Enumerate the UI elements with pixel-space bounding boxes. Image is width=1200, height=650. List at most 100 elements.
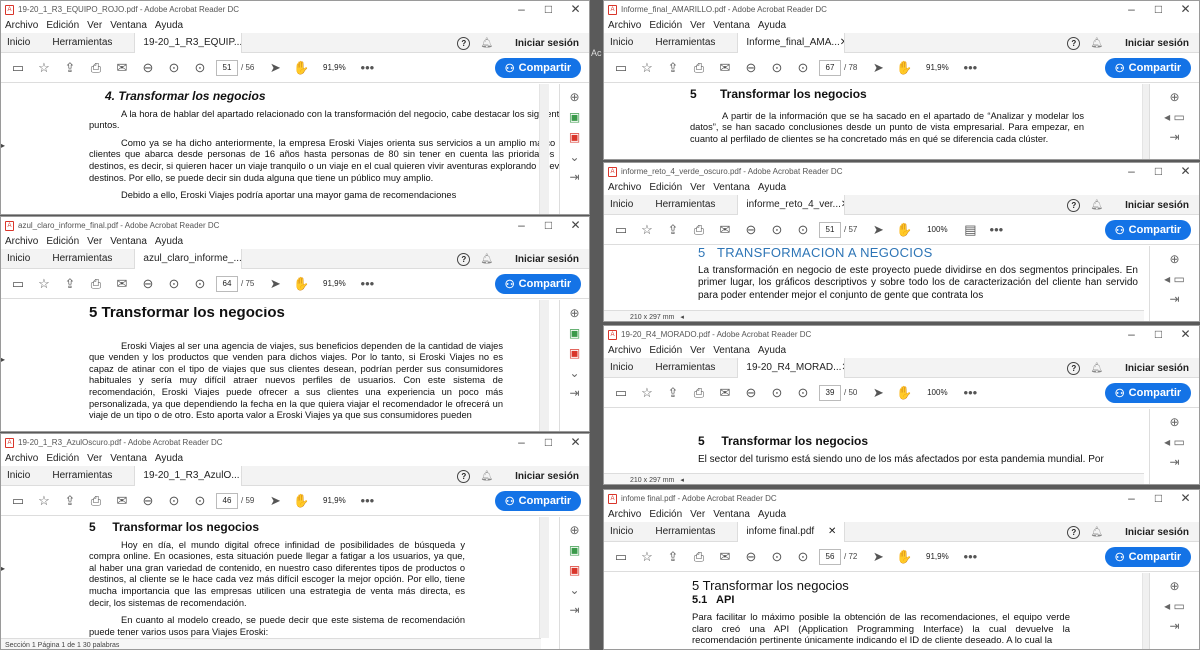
more-icon[interactable]: ••• bbox=[354, 493, 380, 508]
login-button[interactable]: Iniciar sesión bbox=[515, 38, 579, 49]
print-icon[interactable]: ⎙ bbox=[83, 493, 109, 509]
cursor-icon[interactable]: ➤ bbox=[865, 222, 891, 238]
star-icon[interactable]: ☆ bbox=[31, 60, 57, 76]
zoom-out-icon[interactable]: ⊖ bbox=[135, 60, 161, 76]
star-icon[interactable]: ☆ bbox=[634, 549, 660, 565]
mail-icon[interactable]: ✉ bbox=[109, 276, 135, 292]
menu-ventana[interactable]: Ventana bbox=[713, 20, 750, 31]
mail-icon[interactable]: ✉ bbox=[712, 385, 738, 401]
print-icon[interactable]: ⎙ bbox=[686, 60, 712, 76]
title-bar[interactable]: Aazul_claro_informe_final.pdf - Adobe Ac… bbox=[1, 217, 589, 234]
page-input[interactable]: 51 bbox=[216, 59, 238, 76]
zoom-select[interactable]: 100% bbox=[917, 388, 957, 397]
tab-document[interactable]: Informe_final_AMA...✕ bbox=[737, 32, 846, 53]
star-icon[interactable]: ☆ bbox=[31, 493, 57, 509]
minimize-button[interactable]: – bbox=[1118, 491, 1145, 506]
menu-ayuda[interactable]: Ayuda bbox=[155, 453, 183, 464]
title-bar[interactable]: Ainfome final.pdf - Adobe Acrobat Reader… bbox=[604, 490, 1199, 507]
tab-inicio[interactable]: Inicio bbox=[7, 470, 30, 481]
create-pdf-icon[interactable]: ▣ bbox=[569, 130, 580, 144]
collapse-arrow-icon[interactable]: ◂ ▭ bbox=[1164, 110, 1185, 124]
page-input[interactable]: 67 bbox=[819, 59, 841, 76]
page-down-icon[interactable]: ⊙ bbox=[790, 60, 816, 76]
menu-archivo[interactable]: Archivo bbox=[608, 345, 641, 356]
menu-ventana[interactable]: Ventana bbox=[110, 453, 147, 464]
zoom-out-icon[interactable]: ⊖ bbox=[738, 222, 764, 238]
menu-ventana[interactable]: Ventana bbox=[713, 509, 750, 520]
menu-ver[interactable]: Ver bbox=[690, 509, 705, 520]
zoom-out-icon[interactable]: ⊖ bbox=[135, 276, 161, 292]
zoom-select[interactable]: 91,9% bbox=[314, 63, 354, 72]
title-bar[interactable]: A 19-20_R4_MORADO.pdf - Adobe Acrobat Rea… bbox=[604, 326, 1199, 343]
chevron-down-icon[interactable]: ⌄ bbox=[569, 583, 579, 597]
page-down-icon[interactable]: ⊙ bbox=[790, 549, 816, 565]
menu-edicion[interactable]: Edición bbox=[649, 345, 682, 356]
menu-ver[interactable]: Ver bbox=[690, 182, 705, 193]
cursor-icon[interactable]: ➤ bbox=[865, 60, 891, 76]
cursor-icon[interactable]: ➤ bbox=[262, 276, 288, 292]
hand-icon[interactable]: ✋ bbox=[891, 60, 917, 76]
title-bar[interactable]: A 19-20_1_R3_AzulOscuro.pdf - Adobe Acrob… bbox=[1, 434, 589, 451]
menu-edicion[interactable]: Edición bbox=[46, 20, 79, 31]
menu-archivo[interactable]: Archivo bbox=[608, 509, 641, 520]
save-icon[interactable]: ▭ bbox=[608, 60, 634, 76]
close-tab-icon[interactable]: ✕ bbox=[840, 33, 845, 53]
print-icon[interactable]: ⎙ bbox=[83, 276, 109, 292]
bell-icon[interactable]: 🔔︎ bbox=[1090, 200, 1103, 211]
login-button[interactable]: Iniciar sesión bbox=[1125, 200, 1189, 211]
minimize-button[interactable]: – bbox=[1118, 2, 1145, 17]
menu-ver[interactable]: Ver bbox=[690, 20, 705, 31]
zoom-out-icon[interactable]: ⊖ bbox=[738, 549, 764, 565]
tab-document[interactable]: azul_claro_informe_...✕ bbox=[134, 248, 243, 269]
maximize-button[interactable]: □ bbox=[1145, 2, 1172, 17]
more-icon[interactable]: ••• bbox=[957, 549, 983, 564]
export-pdf-icon[interactable]: ▣ bbox=[569, 110, 580, 124]
menu-archivo[interactable]: Archivo bbox=[608, 20, 641, 31]
zoom-icon[interactable]: ⊕ bbox=[1169, 579, 1179, 593]
bell-icon[interactable]: 🔔︎ bbox=[480, 471, 493, 482]
page-up-icon[interactable]: ⊙ bbox=[764, 385, 790, 401]
page-up-icon[interactable]: ⊙ bbox=[764, 60, 790, 76]
print-icon[interactable]: ⎙ bbox=[83, 60, 109, 76]
close-tab-icon[interactable]: ✕ bbox=[828, 522, 836, 542]
zoom-icon[interactable]: ⊕ bbox=[1169, 252, 1179, 266]
page-down-icon[interactable]: ⊙ bbox=[187, 493, 213, 509]
hand-icon[interactable]: ✋ bbox=[891, 385, 917, 401]
tab-document[interactable]: 19-20_1_R3_AzulO...✕ bbox=[134, 465, 243, 486]
help-icon[interactable]: ? bbox=[1067, 525, 1081, 539]
minimize-button[interactable]: – bbox=[508, 218, 535, 233]
chevron-down-icon[interactable]: ⌄ bbox=[569, 150, 579, 164]
close-button[interactable]: ✕ bbox=[1172, 327, 1199, 342]
menu-ayuda[interactable]: Ayuda bbox=[155, 20, 183, 31]
cursor-icon[interactable]: ➤ bbox=[262, 493, 288, 509]
login-button[interactable]: Iniciar sesión bbox=[515, 254, 579, 265]
page-input[interactable]: 46 bbox=[216, 492, 238, 509]
zoom-select[interactable]: 91,9% bbox=[917, 63, 957, 72]
zoom-icon[interactable]: ⊕ bbox=[1169, 415, 1179, 429]
share-button[interactable]: ⚇ Compartir bbox=[1105, 220, 1191, 240]
scrollbar[interactable] bbox=[539, 517, 549, 638]
share-button[interactable]: ⚇ Compartir bbox=[1105, 547, 1191, 567]
upload-icon[interactable]: ⇪ bbox=[57, 276, 83, 292]
upload-icon[interactable]: ⇪ bbox=[57, 60, 83, 76]
menu-edicion[interactable]: Edición bbox=[46, 236, 79, 247]
collapse-pane-icon[interactable]: ⇥ bbox=[1169, 292, 1179, 306]
scroll-left-icon[interactable]: ◂ bbox=[680, 313, 684, 321]
minimize-button[interactable]: – bbox=[508, 435, 535, 450]
menu-ayuda[interactable]: Ayuda bbox=[758, 182, 786, 193]
star-icon[interactable]: ☆ bbox=[634, 222, 660, 238]
page-up-icon[interactable]: ⊙ bbox=[161, 276, 187, 292]
tab-herramientas[interactable]: Herramientas bbox=[655, 199, 715, 210]
maximize-button[interactable]: □ bbox=[1145, 327, 1172, 342]
menu-ver[interactable]: Ver bbox=[87, 453, 102, 464]
bell-icon[interactable]: 🔔︎ bbox=[480, 254, 493, 265]
mail-icon[interactable]: ✉ bbox=[712, 222, 738, 238]
share-button[interactable]: ⚇ Compartir bbox=[495, 58, 581, 78]
tab-document[interactable]: 19-20_1_R3_EQUIP...✕ bbox=[134, 32, 243, 53]
close-button[interactable]: ✕ bbox=[1172, 164, 1199, 179]
zoom-select[interactable]: 100% bbox=[917, 225, 957, 234]
bell-icon[interactable]: 🔔︎ bbox=[1090, 363, 1103, 374]
maximize-button[interactable]: □ bbox=[1145, 164, 1172, 179]
minimize-button[interactable]: – bbox=[1118, 327, 1145, 342]
tab-herramientas[interactable]: Herramientas bbox=[52, 37, 112, 48]
